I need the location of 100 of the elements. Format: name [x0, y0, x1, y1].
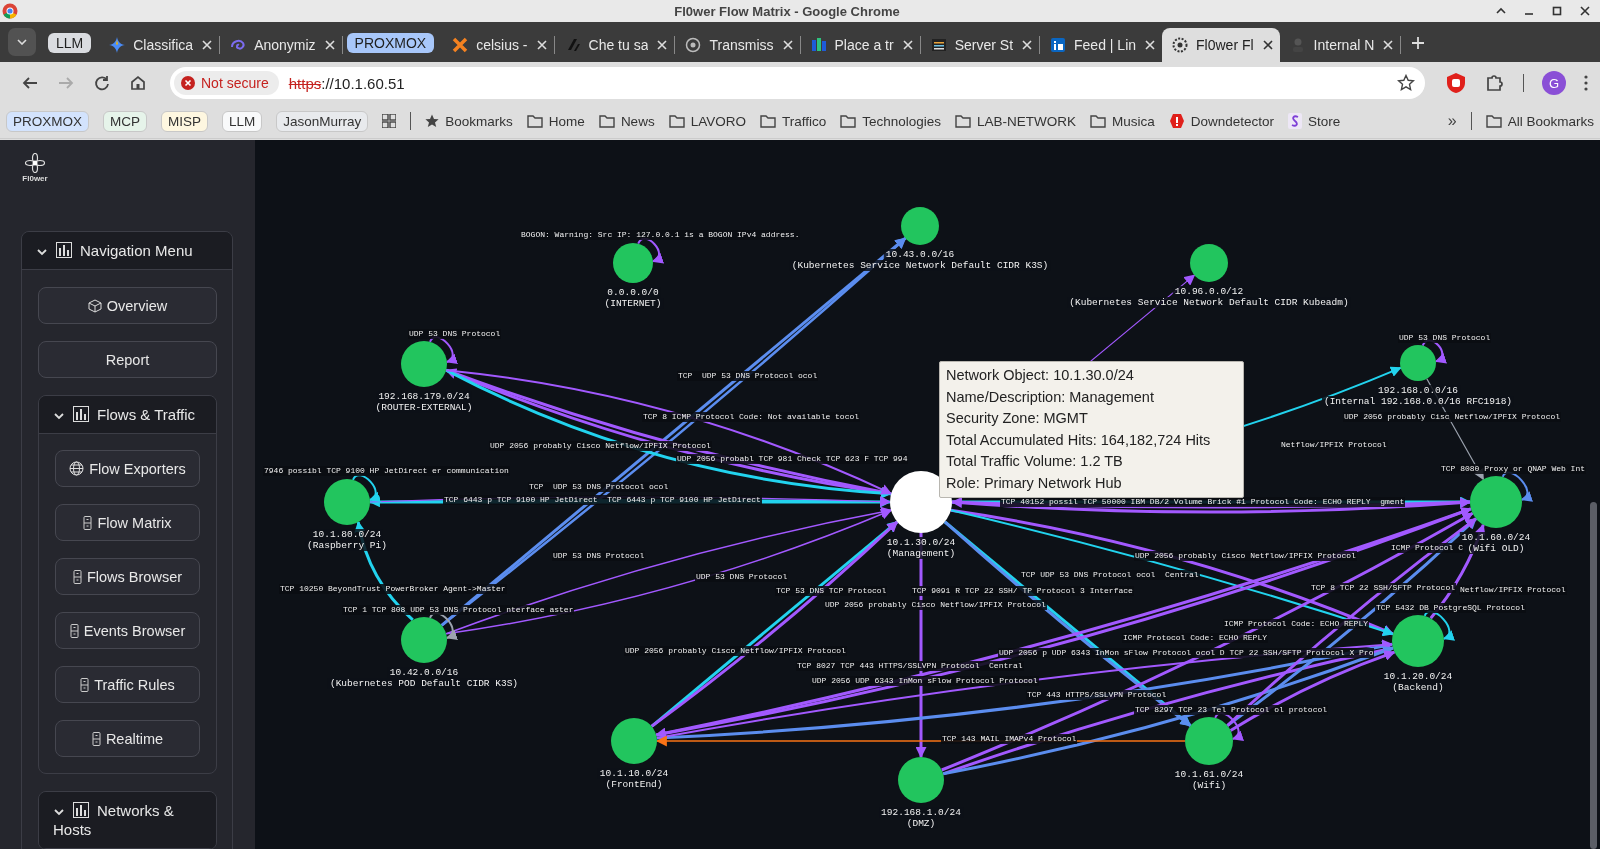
nav-button[interactable]: Overview	[38, 287, 217, 324]
new-tab-icon[interactable]	[1411, 36, 1426, 50]
bookmark-folder[interactable]: Traffico	[759, 113, 827, 129]
bookmark-item[interactable]: Downdetector	[1168, 113, 1275, 129]
browser-tab[interactable]: Server St	[920, 28, 1040, 62]
logo-text: Fl0wer	[22, 174, 48, 183]
browser-tab[interactable]: Che tu sa	[554, 28, 675, 62]
close-icon[interactable]	[201, 39, 214, 51]
bookmark-folder[interactable]: Technologies	[840, 113, 941, 129]
network-node[interactable]	[1190, 244, 1228, 282]
reload-icon[interactable]	[93, 74, 111, 92]
folder-icon	[955, 113, 971, 129]
home-icon[interactable]	[129, 74, 147, 92]
edge-label: TCP UDP 53 DNS Protocol ocol	[677, 371, 819, 381]
saved-group-chip[interactable]: MCP	[103, 110, 147, 132]
network-node[interactable]	[898, 757, 944, 803]
saved-group-chip[interactable]: JasonMurray	[276, 110, 369, 132]
edge-label: TCP 443 HTTPS/SSLVPN Protocol	[1026, 690, 1168, 700]
s-curve-icon	[1288, 113, 1303, 129]
edge-label: UDP 53 DNS Protocol	[695, 572, 789, 582]
network-node[interactable]	[1400, 345, 1436, 381]
flower-logo-icon	[25, 153, 45, 173]
bookmark-item[interactable]: Store	[1288, 113, 1341, 129]
bookmark-star-icon[interactable]	[1397, 74, 1415, 92]
browser-tab[interactable]: Transmiss	[675, 28, 800, 62]
apps-grid-icon[interactable]	[382, 114, 397, 128]
bookmark-folder[interactable]: News	[598, 113, 655, 129]
network-node[interactable]	[324, 479, 370, 525]
node-address: 192.168.0.0/16	[1376, 385, 1460, 396]
bookmark-item[interactable]: Bookmarks	[425, 113, 513, 129]
edge-label: TCP UDP 53 DNS Protocol ocol Central	[1020, 570, 1200, 580]
edge-label: TCP 8 TCP 22 SSH/SFTP Protocol	[1310, 583, 1457, 593]
browser-tab[interactable]: Feed | Lin	[1040, 28, 1163, 62]
network-node[interactable]	[1470, 476, 1522, 528]
security-chip[interactable]: Not secure	[174, 71, 279, 95]
saved-group-chip[interactable]: MISP	[161, 110, 209, 132]
close-icon[interactable]	[1580, 6, 1590, 16]
network-node[interactable]	[1392, 615, 1444, 667]
node-address: 192.168.1.0/24	[879, 807, 963, 818]
bookmark-folder[interactable]: LAVORO	[668, 113, 746, 129]
section-header[interactable]: Flows & Traffic	[39, 396, 216, 434]
edge-label: TCP UDP 53 DNS Protocol ocol	[528, 482, 670, 492]
section-header[interactable]: Navigation Menu	[22, 232, 232, 270]
saved-group-chip[interactable]: LLM	[222, 110, 263, 132]
network-node[interactable]	[611, 718, 657, 764]
close-icon[interactable]	[1021, 39, 1034, 51]
node-address: 10.1.80.0/24	[310, 529, 384, 540]
network-node[interactable]	[401, 617, 447, 663]
url-text: https://10.1.60.51	[288, 74, 405, 92]
puzzle-icon[interactable]	[1485, 73, 1505, 93]
address-field[interactable]: Not secure https://10.1.60.51	[170, 67, 1425, 99]
bookmark-folder[interactable]: Musica	[1090, 113, 1155, 129]
globe-icon	[69, 461, 85, 476]
network-node[interactable]	[401, 341, 447, 387]
nav-button[interactable]: Flows Browser	[55, 558, 200, 595]
network-node[interactable]	[613, 243, 653, 283]
nav-button[interactable]: Flow Exporters	[55, 450, 200, 487]
nav-button[interactable]: Flow Matrix	[55, 504, 200, 541]
folder-icon	[759, 113, 776, 129]
bookmark-folder[interactable]: All Bookmarks	[1485, 113, 1594, 129]
tooltip-line: Role: Primary Network Hub	[946, 473, 1123, 493]
scrollbar-thumb[interactable]	[1590, 502, 1597, 849]
chevron-down-icon	[17, 39, 27, 45]
overflow-chevron[interactable]: »	[1447, 112, 1457, 130]
close-icon[interactable]	[1144, 39, 1157, 51]
browser-tab[interactable]: Place a tr	[800, 28, 920, 62]
node-name: (Raspberry Pi)	[305, 540, 389, 551]
sparkle-icon	[109, 37, 126, 53]
nav-button[interactable]: Traffic Rules	[55, 666, 200, 703]
browser-logo-icon	[2, 3, 18, 19]
network-node[interactable]	[1185, 717, 1233, 765]
chevron-down-icon	[36, 246, 48, 258]
node-name: (Backend)	[1390, 682, 1446, 693]
browser-tab[interactable]: Fl0wer Fl	[1162, 28, 1280, 62]
node-address: 10.1.30.0/24	[884, 537, 958, 548]
tab-group-chip[interactable]: LLM	[48, 33, 92, 53]
nav-button[interactable]: Realtime	[55, 720, 200, 757]
nav-button[interactable]: Report	[38, 341, 217, 378]
nav-button[interactable]: Events Browser	[55, 612, 200, 649]
x-mark-icon	[452, 37, 469, 53]
folder-icon	[840, 113, 857, 129]
profile-avatar[interactable]: G	[1542, 71, 1566, 95]
browser-tab[interactable]: Anonymiz	[220, 28, 342, 62]
bookmark-folder[interactable]: LAB-NETWORK	[955, 113, 1076, 129]
collapse-icon[interactable]	[1496, 6, 1506, 16]
tab-group-chip[interactable]: PROXMOX	[346, 33, 435, 53]
maximize-icon[interactable]	[1552, 6, 1562, 16]
tab-search-button[interactable]	[8, 28, 36, 56]
browser-tab[interactable]: celsius -	[442, 28, 554, 62]
more-menu-icon[interactable]	[1584, 75, 1588, 91]
hand-icon[interactable]	[1445, 72, 1467, 94]
bookmark-folder[interactable]: Home	[526, 113, 585, 129]
network-node[interactable]	[901, 207, 939, 245]
edge-label: UDP 2056 probably Cisco Netflow/IPFIX Protocol	[624, 646, 847, 656]
tooltip-line: Name/Description: Management	[946, 387, 1155, 407]
browser-tab[interactable]: Internal N	[1279, 28, 1401, 62]
saved-group-chip[interactable]: PROXMOX	[6, 110, 89, 132]
section-header[interactable]: Networks & Hosts	[39, 792, 216, 849]
browser-tab[interactable]: Classifica	[99, 28, 220, 62]
close-icon[interactable]	[1261, 39, 1274, 51]
